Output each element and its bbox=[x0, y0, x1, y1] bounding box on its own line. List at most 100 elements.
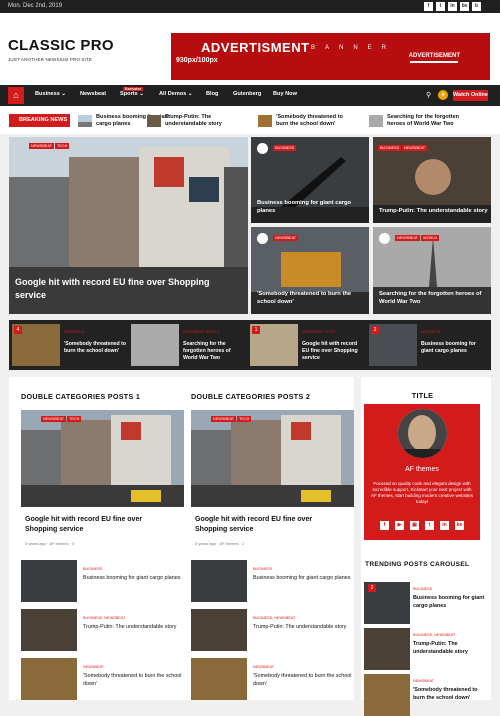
video-icon[interactable] bbox=[379, 233, 390, 244]
post-image[interactable]: NEWSBEAT TECH bbox=[191, 410, 354, 507]
rank-badge: 2 bbox=[371, 326, 379, 334]
nav-item-newsbeat[interactable]: Newsbeat bbox=[80, 91, 106, 97]
facebook-icon[interactable]: f bbox=[380, 521, 389, 530]
nav-item-all-demos[interactable]: All Demos ⌄ bbox=[159, 91, 193, 97]
strip-item[interactable]: 1 NEWSBEAT, TECH Google hit with record EU… bbox=[250, 324, 367, 366]
facebook-icon[interactable]: f bbox=[424, 2, 433, 11]
category-tag[interactable]: NEWSBEAT bbox=[29, 143, 55, 149]
category-tag[interactable]: NEWSBEAT bbox=[211, 416, 237, 422]
list-category[interactable]: BUSINESS, NEWSBEAT bbox=[83, 616, 125, 620]
list-category[interactable]: NEWSBEAT bbox=[83, 665, 104, 669]
category-tag[interactable]: TECH bbox=[67, 416, 82, 422]
trending-title[interactable]: Business booming for giant cargo planes bbox=[413, 594, 485, 610]
post-meta: 5 years ago · AF themes · 0 bbox=[25, 541, 75, 546]
category-tag[interactable]: WORLD bbox=[421, 235, 440, 241]
site-logo[interactable]: CLASSIC PRO bbox=[8, 37, 114, 54]
nav-item-blog[interactable]: Blog bbox=[206, 91, 218, 97]
nav-item-gutenberg[interactable]: Gutenberg bbox=[233, 91, 261, 97]
home-icon[interactable]: ⌂ bbox=[8, 87, 24, 104]
exclusive-badge: Exclusive bbox=[123, 87, 144, 91]
strip-title[interactable]: Business booming for giant cargo planes bbox=[421, 341, 484, 355]
list-title[interactable]: Business booming for giant cargo planes bbox=[253, 574, 353, 582]
trending-category[interactable]: NEWSBEAT bbox=[413, 679, 434, 683]
trending-category[interactable]: BUSINESS, NEWSBEAT bbox=[413, 633, 455, 637]
blogger-icon[interactable]: b bbox=[472, 2, 481, 11]
list-category[interactable]: BUSINESS bbox=[253, 567, 272, 571]
strip-category[interactable]: BUSINESS bbox=[421, 330, 440, 334]
tile-title[interactable]: 'Somebody threatened to burn the school … bbox=[257, 290, 367, 306]
instagram-icon[interactable]: ▣ bbox=[410, 521, 419, 530]
list-category[interactable]: BUSINESS, NEWSBEAT bbox=[253, 616, 295, 620]
avatar[interactable] bbox=[398, 409, 447, 458]
behance-icon[interactable]: be bbox=[455, 521, 464, 530]
featured-tile[interactable]: NEWSBEAT WORLD Searching for the forgott… bbox=[373, 227, 491, 314]
list-item[interactable]: NEWSBEAT 'Somebody threatened to burn the… bbox=[191, 658, 354, 700]
behance-icon[interactable]: be bbox=[460, 2, 469, 11]
strip-item[interactable]: 4 NEWSBEAT 'Somebody threatened to burn th… bbox=[12, 324, 129, 366]
ad-banner-text: BANNER bbox=[311, 45, 397, 51]
twitter-icon[interactable]: t bbox=[425, 521, 434, 530]
bell-icon[interactable]: ● bbox=[438, 90, 448, 100]
trending-category[interactable]: BUSINESS bbox=[413, 587, 432, 591]
list-title[interactable]: Trump-Putin: The understandable story bbox=[253, 623, 353, 631]
strip-category[interactable]: NEWSBEAT bbox=[64, 330, 85, 334]
list-category[interactable]: BUSINESS bbox=[83, 567, 102, 571]
trending-title[interactable]: Trump-Putin: The understandable story bbox=[413, 640, 485, 656]
tile-title[interactable]: Searching for the forgotten heroes of Wo… bbox=[379, 290, 489, 306]
featured-tile[interactable]: BUSINESS NEWSBEAT Trump-Putin: The under… bbox=[373, 137, 491, 223]
category-tag[interactable]: BUSINESS bbox=[273, 145, 297, 151]
tile-title[interactable]: Trump-Putin: The understandable story bbox=[379, 207, 489, 215]
featured-tile[interactable]: BUSINESS Business booming for giant carg… bbox=[251, 137, 369, 223]
watch-online-button[interactable]: Watch Online bbox=[453, 90, 488, 101]
tile-title[interactable]: Business booming for giant cargo planes bbox=[257, 199, 367, 215]
strip-category[interactable]: NEWSBEAT, TECH bbox=[302, 330, 335, 334]
list-item[interactable]: BUSINESS, NEWSBEAT Trump-Putin: The under… bbox=[21, 609, 184, 651]
list-title[interactable]: Business booming for giant cargo planes bbox=[83, 574, 183, 582]
widget-title: TITLE bbox=[411, 391, 434, 400]
linkedin-icon[interactable]: in bbox=[440, 521, 449, 530]
trending-item[interactable]: BUSINESS, NEWSBEAT Trump-Putin: The under… bbox=[364, 628, 484, 670]
category-tag[interactable]: NEWSBEAT bbox=[395, 235, 421, 241]
list-category[interactable]: NEWSBEAT bbox=[253, 665, 274, 669]
featured-tile[interactable]: NEWSBEAT 'Somebody threatened to burn th… bbox=[251, 227, 369, 314]
category-tag[interactable]: TECH bbox=[237, 416, 252, 422]
category-tag[interactable]: TECH bbox=[55, 143, 70, 149]
category-tag[interactable]: NEWSBEAT bbox=[41, 416, 67, 422]
strip-item[interactable]: 2 BUSINESS Business booming for giant carg… bbox=[369, 324, 486, 366]
list-item[interactable]: BUSINESS Business booming for giant cargo… bbox=[21, 560, 184, 602]
author-description: Focused on quality code and elegant desi… bbox=[370, 481, 474, 504]
nav-item-business[interactable]: Business ⌄ bbox=[35, 91, 66, 97]
trending-item[interactable]: 2 BUSINESS Business booming for giant carg… bbox=[364, 582, 484, 624]
strip-item[interactable]: NEWSBEAT, WORLD Searching for the forgott… bbox=[131, 324, 248, 366]
post-image[interactable]: NEWSBEAT TECH bbox=[21, 410, 184, 507]
list-title[interactable]: Trump-Putin: The understandable story bbox=[83, 623, 183, 631]
search-icon[interactable]: ⚲ bbox=[426, 91, 431, 99]
nav-item-sports[interactable]: Exclusive Sports ⌄ bbox=[120, 87, 144, 97]
list-item[interactable]: BUSINESS, NEWSBEAT Trump-Putin: The under… bbox=[191, 609, 354, 651]
trending-item[interactable]: NEWSBEAT 'Somebody threatened to burn the… bbox=[364, 674, 484, 716]
advertisement-banner[interactable]: ADVERTISMENT BANNER 930px/100px ADVERTIS… bbox=[171, 33, 490, 80]
twitter-icon[interactable]: t bbox=[436, 2, 445, 11]
strip-title[interactable]: Searching for the forgotten heroes of Wo… bbox=[183, 341, 246, 362]
category-tag[interactable]: NEWSBEAT bbox=[273, 235, 299, 241]
post-title[interactable]: Google hit with record EU fine over Shop… bbox=[195, 515, 345, 535]
category-tag[interactable]: NEWSBEAT bbox=[402, 145, 428, 151]
strip-title[interactable]: 'Somebody threatened to burn the school … bbox=[64, 341, 127, 355]
hero-post[interactable]: NEWSBEAT TECH Google hit with record EU … bbox=[9, 137, 248, 314]
linkedin-icon[interactable]: in bbox=[448, 2, 457, 11]
hero-title[interactable]: Google hit with record EU fine over Shop… bbox=[15, 276, 240, 302]
nav-item-buy-now[interactable]: Buy Now bbox=[273, 91, 297, 97]
list-title[interactable]: 'Somebody threatened to burn the school … bbox=[253, 672, 353, 688]
site-tagline: JUST ANOTHER NEWSIUM PRO SITE bbox=[8, 57, 92, 62]
video-icon[interactable] bbox=[257, 143, 268, 154]
list-item[interactable]: BUSINESS Business booming for giant cargo… bbox=[191, 560, 354, 602]
strip-category[interactable]: NEWSBEAT, WORLD bbox=[183, 330, 220, 334]
post-title[interactable]: Google hit with record EU fine over Shop… bbox=[25, 515, 175, 535]
youtube-icon[interactable]: ▶ bbox=[395, 521, 404, 530]
author-profile: AF themes Focused on quality code and el… bbox=[364, 404, 480, 540]
list-title[interactable]: 'Somebody threatened to burn the school … bbox=[83, 672, 183, 688]
list-item[interactable]: NEWSBEAT 'Somebody threatened to burn the… bbox=[21, 658, 184, 700]
category-tag[interactable]: BUSINESS bbox=[378, 145, 402, 151]
video-icon[interactable] bbox=[257, 233, 268, 244]
strip-title[interactable]: Google hit with record EU fine over Shop… bbox=[302, 341, 365, 362]
